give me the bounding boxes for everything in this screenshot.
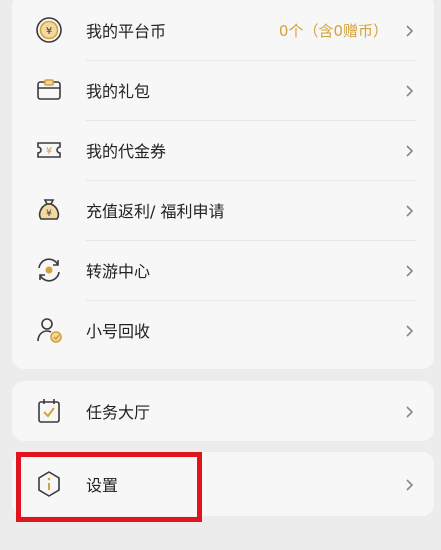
chevron-right-icon [402,263,416,277]
menu-item-settings[interactable]: 设置 [12,452,434,516]
svg-text:¥: ¥ [46,209,52,219]
menu-item-gifts[interactable]: 我的礼包 [12,60,434,120]
menu-item-vouchers[interactable]: ¥ 我的代金券 [12,120,434,180]
svg-text:¥: ¥ [46,146,52,157]
menu-item-task-hall[interactable]: 任务大厅 [12,381,434,441]
voucher-icon: ¥ [34,135,64,165]
chevron-right-icon [402,143,416,157]
menu-item-label: 我的平台币 [86,22,167,41]
menu-item-label: 我的礼包 [86,82,151,101]
menu-item-label: 设置 [86,476,119,495]
menu-item-account-recycle[interactable]: 小号回收 [12,300,434,360]
chevron-right-icon [402,83,416,97]
chevron-right-icon [402,477,416,491]
task-clipboard-icon [34,396,64,426]
chevron-right-icon [402,323,416,337]
transfer-icon [34,255,64,285]
platform-coin-balance: 0个（含0赠币） [278,21,388,40]
main-menu-card: ¥ 我的平台币 0个（含0赠币） 我的礼包 ¥ 我的代金券 ¥ 充值返利/ 福利… [12,0,434,369]
chevron-right-icon [402,404,416,418]
menu-item-label: 任务大厅 [86,403,151,422]
coin-icon: ¥ [34,15,64,45]
menu-item-label: 转游中心 [86,262,151,281]
menu-item-platform-coins[interactable]: ¥ 我的平台币 0个（含0赠币） [12,0,434,60]
menu-item-label: 我的代金券 [86,142,167,161]
gift-card-icon [34,75,64,105]
settings-card: 设置 [12,452,434,516]
menu-item-label: 充值返利/ 福利申请 [86,202,225,221]
chevron-right-icon [402,23,416,37]
menu-item-label: 小号回收 [86,322,151,341]
menu-item-rebate-welfare[interactable]: ¥ 充值返利/ 福利申请 [12,180,434,240]
chevron-right-icon [402,203,416,217]
tasks-card: 任务大厅 [12,381,434,441]
menu-item-transfer-center[interactable]: 转游中心 [12,240,434,300]
info-hexagon-icon [34,469,64,499]
money-bag-icon: ¥ [34,195,64,225]
svg-text:¥: ¥ [46,26,52,37]
user-recycle-icon [34,315,64,345]
